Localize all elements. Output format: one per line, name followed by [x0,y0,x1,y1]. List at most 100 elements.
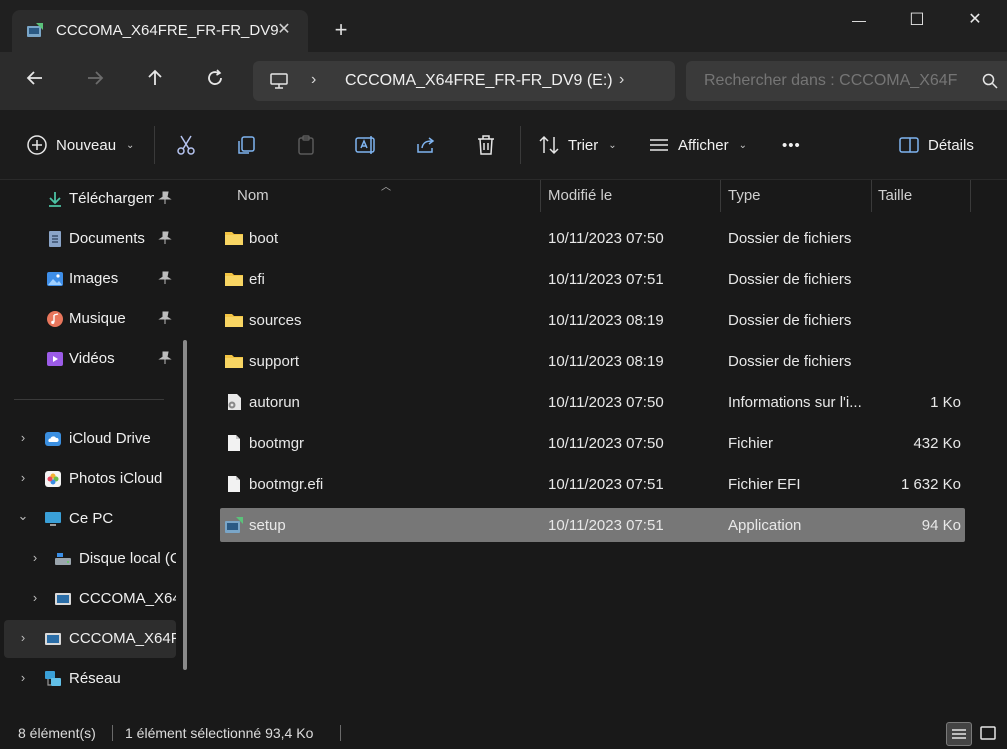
pin-icon[interactable] [158,191,172,205]
minimize-button[interactable]: — [836,6,882,34]
tab-active[interactable]: CCCOMA_X64FRE_FR-FR_DV9 ✕ [12,10,308,52]
copy-icon[interactable] [234,133,258,157]
breadcrumb-current[interactable]: CCCOMA_X64FRE_FR-FR_DV9 (E:) [345,72,613,90]
view-icon [650,139,668,151]
search-input[interactable] [704,72,964,90]
tiles-view-button[interactable] [976,722,1002,746]
sidebar-item-local-disk[interactable]: › Disque local (C [4,540,176,578]
sidebar-item-downloads[interactable]: Téléchargem [4,180,176,218]
table-row[interactable]: bootmgr.efi 10/11/2023 07:51 Fichier EFI… [220,467,965,501]
chevron-down-icon[interactable]: ⌄ [16,508,30,524]
toolbar-divider [520,126,521,164]
sort-button[interactable]: Trier ⌄ [538,132,617,158]
chevron-right-icon[interactable]: › [16,470,30,485]
chevron-right-icon[interactable]: › [16,430,30,445]
table-row[interactable]: bootmgr 10/11/2023 07:50 Fichier 432 Ko [220,426,965,460]
file-icon [228,476,240,492]
new-button[interactable]: Nouveau ⌄ [26,132,134,158]
table-row[interactable]: sources 10/11/2023 08:19 Dossier de fich… [220,303,965,337]
details-view-icon [952,729,966,739]
forward-arrow-icon[interactable] [82,68,108,94]
sidebar-item-label: Documents [69,230,145,247]
maximize-button[interactable]: ☐ [894,6,940,34]
status-divider [112,725,113,741]
chevron-down-icon: ⌄ [126,139,135,151]
table-row-selected[interactable]: setup 10/11/2023 07:51 Application 94 Ko [220,508,965,542]
column-divider[interactable] [871,180,872,212]
up-arrow-icon[interactable] [142,68,168,94]
sidebar-item-images[interactable]: Images [4,260,176,298]
file-modified: 10/11/2023 08:19 [548,312,664,329]
column-header-size[interactable]: Taille [878,187,912,219]
details-pane-button[interactable]: Détails [898,132,974,158]
column-header-modified[interactable]: Modifié le [548,187,612,219]
details-view-button[interactable] [946,722,972,746]
file-type: Fichier [728,435,774,452]
tiles-view-icon [980,726,996,740]
refresh-icon[interactable] [202,68,228,94]
file-type: Informations sur l'i... [728,394,862,411]
chevron-right-icon[interactable]: › [16,630,30,645]
download-icon [49,192,61,207]
column-header-type[interactable]: Type [728,187,761,219]
chevron-right-icon[interactable]: › [16,670,30,685]
dvd-drive-icon [55,593,71,605]
paste-icon[interactable] [294,133,318,157]
table-row[interactable]: efi 10/11/2023 07:51 Dossier de fichiers [220,262,965,296]
column-divider[interactable] [970,180,971,212]
search-icon[interactable] [982,73,998,89]
address-bar[interactable]: › CCCOMA_X64FRE_FR-FR_DV9 (E:) › [253,61,675,101]
file-type: Application [728,517,802,534]
file-name: sources [249,312,302,329]
breadcrumb-chevron-icon[interactable]: › [619,71,624,89]
pc-icon [270,73,288,89]
view-button-label: Afficher [678,136,729,154]
column-divider[interactable] [720,180,721,212]
videos-icon [47,352,63,366]
pin-icon[interactable] [158,271,172,285]
cut-icon[interactable] [174,133,198,157]
table-row[interactable]: support 10/11/2023 08:19 Dossier de fich… [220,344,965,378]
more-options-icon[interactable]: ••• [782,132,801,158]
column-divider[interactable] [540,180,541,212]
back-arrow-icon[interactable] [22,68,48,94]
network-icon [45,671,61,686]
new-tab-button[interactable]: + [330,19,352,41]
column-header-name[interactable]: Nom [237,187,269,219]
sidebar-scrollbar[interactable] [183,340,187,670]
close-button[interactable]: ✕ [952,6,998,34]
selection-info: 1 élément sélectionné 93,4 Ko [125,725,314,741]
pin-icon[interactable] [158,231,172,245]
rename-icon[interactable] [354,133,378,157]
music-icon [47,311,63,327]
chevron-right-icon[interactable]: › [28,550,42,565]
icloud-icon [45,432,61,446]
breadcrumb-chevron-icon[interactable]: › [311,71,316,89]
tab-close-icon[interactable]: ✕ [274,20,294,40]
title-bar: CCCOMA_X64FRE_FR-FR_DV9 ✕ + — ☐ ✕ [0,0,1007,52]
chevron-right-icon[interactable]: › [28,590,42,605]
file-name: autorun [249,394,300,411]
sidebar-item-music[interactable]: Musique [4,300,176,338]
sidebar-item-videos[interactable]: Vidéos [4,340,176,378]
pin-icon[interactable] [158,351,172,365]
pin-icon[interactable] [158,311,172,325]
table-row[interactable]: autorun 10/11/2023 07:50 Informations su… [220,385,965,419]
delete-icon[interactable] [474,133,498,157]
file-type: Fichier EFI [728,476,801,493]
table-row[interactable]: boot 10/11/2023 07:50 Dossier de fichier… [220,221,965,255]
sidebar-item-this-pc[interactable]: ⌄ Ce PC [4,500,176,538]
command-bar: Nouveau ⌄ Trier ⌄ Afficher ⌄ ••• Détails [0,110,1007,180]
documents-icon [49,231,61,247]
view-button[interactable]: Afficher ⌄ [648,132,747,158]
search-box[interactable] [686,61,1007,101]
share-icon[interactable] [414,133,438,157]
sidebar-item-dvd-drive-selected[interactable]: › CCCOMA_X64FR [4,620,176,658]
sidebar-item-documents[interactable]: Documents [4,220,176,258]
sidebar-item-network[interactable]: › Réseau [4,660,176,698]
sidebar-item-label: Images [69,270,119,287]
sidebar-item-dvd-drive[interactable]: › CCCOMA_X64F [4,580,176,618]
file-icon [228,435,240,451]
sidebar-item-icloud-drive[interactable]: › iCloud Drive [4,420,176,458]
sidebar-item-photos-icloud[interactable]: › Photos iCloud [4,460,176,498]
